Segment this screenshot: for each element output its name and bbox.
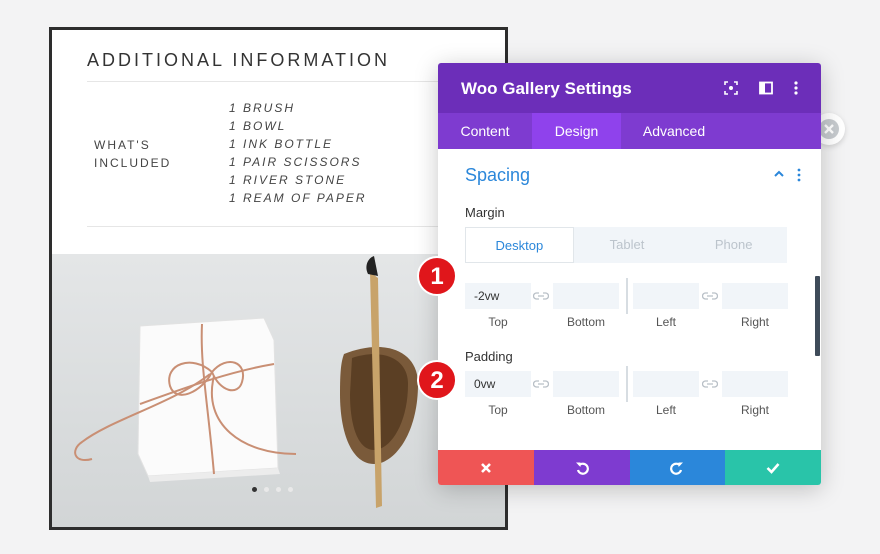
undo-button[interactable] — [533, 450, 630, 485]
field-label-left: Left — [655, 315, 676, 329]
whats-included-label: WHAT'S INCLUDED — [94, 138, 172, 170]
list-item: 1 RIVER STONE — [229, 173, 347, 187]
callout-badge: 1 — [417, 256, 457, 296]
tab-advanced[interactable]: Advanced — [621, 113, 727, 149]
modal-footer — [438, 450, 821, 485]
modal-title: Woo Gallery Settings — [461, 79, 632, 98]
divider — [626, 278, 628, 314]
field-label-top: Top — [488, 403, 508, 417]
cancel-button[interactable] — [438, 450, 534, 485]
field-label-bottom: Bottom — [566, 403, 605, 417]
tab-design[interactable]: Design — [532, 113, 621, 149]
redo-button[interactable] — [629, 450, 726, 485]
screenshot-icon[interactable] — [723, 80, 739, 96]
field-label-right: Right — [740, 403, 769, 417]
additional-information-heading: ADDITIONAL INFORMATION — [87, 50, 391, 70]
device-tab-phone[interactable]: Phone — [680, 227, 787, 263]
device-tabs: Desktop Tablet Phone — [465, 227, 787, 263]
undo-icon — [575, 462, 589, 475]
link-icon[interactable] — [702, 379, 718, 389]
divider — [87, 81, 487, 82]
slider-dot[interactable] — [264, 487, 269, 492]
slider-dot[interactable] — [276, 487, 281, 492]
divider — [87, 226, 487, 227]
link-icon[interactable] — [702, 291, 718, 301]
chevron-up-icon[interactable] — [772, 167, 786, 181]
cancel-icon — [480, 462, 491, 473]
list-item: 1 PAIR SCISSORS — [229, 155, 362, 169]
divider — [626, 366, 628, 402]
kebab-menu-icon[interactable] — [788, 80, 804, 96]
margin-top-input[interactable] — [465, 283, 531, 309]
field-label-bottom: Bottom — [566, 315, 605, 329]
list-item: 1 REAM OF PAPER — [229, 191, 367, 205]
list-item: 1 BRUSH — [229, 101, 296, 115]
padding-right-input[interactable] — [722, 371, 788, 397]
check-icon — [766, 462, 780, 474]
padding-left-input[interactable] — [633, 371, 699, 397]
device-tab-desktop[interactable]: Desktop — [465, 227, 574, 263]
slider-dot[interactable] — [288, 487, 293, 492]
field-label-right: Right — [740, 315, 769, 329]
padding-bottom-input[interactable] — [553, 371, 619, 397]
slider-dot[interactable] — [252, 487, 257, 492]
margin-label: Margin — [465, 205, 505, 220]
woo-gallery-settings-modal: Woo Gallery Settings Content Design Adva… — [438, 63, 821, 485]
margin-left-input[interactable] — [633, 283, 699, 309]
margin-right-input[interactable] — [722, 283, 788, 309]
scrollbar[interactable] — [815, 276, 820, 356]
padding-label: Padding — [465, 349, 513, 364]
field-label-top: Top — [488, 315, 508, 329]
modal-tabs: Content Design Advanced — [438, 113, 821, 149]
list-item: 1 INK BOTTLE — [229, 137, 334, 151]
save-button[interactable] — [725, 450, 821, 485]
device-tab-tablet[interactable]: Tablet — [574, 227, 681, 263]
margin-bottom-input[interactable] — [553, 283, 619, 309]
spacing-section-title[interactable]: Spacing — [465, 165, 530, 186]
redo-icon — [670, 462, 684, 475]
list-item: 1 BOWL — [229, 119, 287, 133]
tab-content[interactable]: Content — [438, 113, 532, 149]
field-label-left: Left — [655, 403, 676, 417]
slider-dots — [252, 487, 293, 492]
link-icon[interactable] — [533, 291, 549, 301]
included-items-list: 1 BRUSH 1 BOWL 1 INK BOTTLE 1 PAIR SCISS… — [229, 99, 367, 207]
link-icon[interactable] — [533, 379, 549, 389]
padding-top-input[interactable] — [465, 371, 531, 397]
split-view-icon[interactable] — [758, 80, 774, 96]
callout-badge: 2 — [417, 360, 457, 400]
modal-header: Woo Gallery Settings — [438, 63, 821, 113]
section-menu-icon[interactable] — [793, 167, 805, 183]
